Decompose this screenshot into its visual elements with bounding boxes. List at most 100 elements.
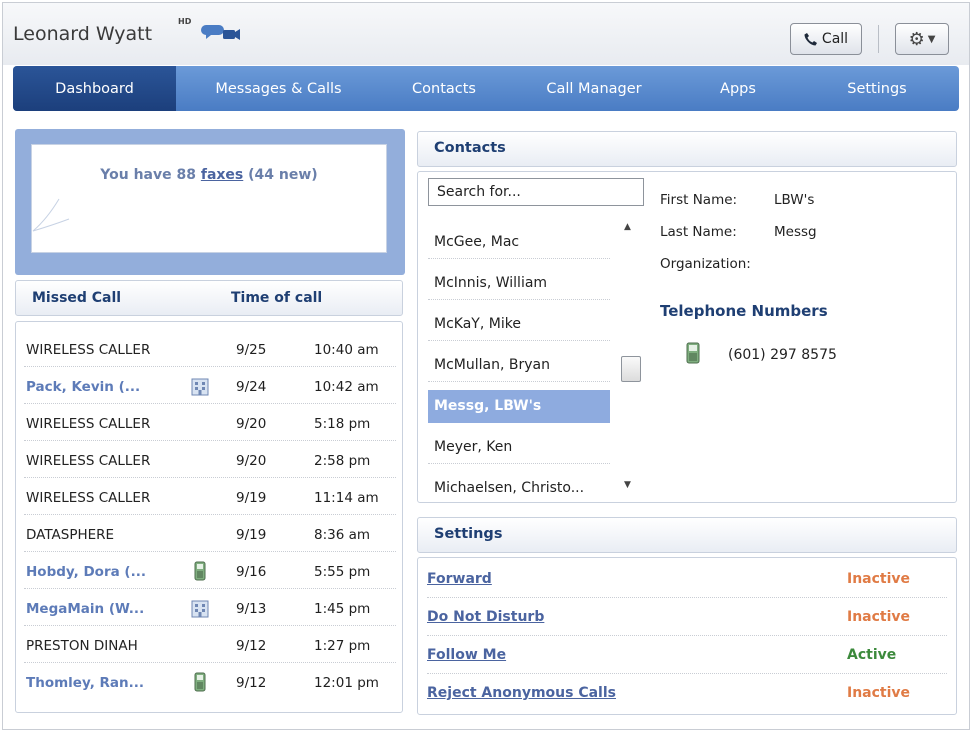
contact-list-item[interactable]: McGee, Mac xyxy=(428,226,610,259)
caller-name: WIRELESS CALLER xyxy=(26,490,151,506)
tab-settings[interactable]: Settings xyxy=(795,66,959,111)
contact-list-item[interactable]: McKaY, Mike xyxy=(428,308,610,341)
reject-anonymous-calls-link[interactable]: Reject Anonymous Calls xyxy=(427,685,616,701)
caller-name: DATASPHERE xyxy=(26,527,115,543)
call-time: 2:58 pm xyxy=(314,453,371,469)
status-badge: Active xyxy=(847,647,897,663)
settings-title: Settings xyxy=(434,526,503,542)
call-button-label: Call xyxy=(821,31,849,47)
contact-list-scrollbar[interactable]: ▲ ▼ xyxy=(620,218,642,498)
status-badge: Inactive xyxy=(847,609,911,625)
building-icon xyxy=(191,600,209,618)
organization-label: Organization: xyxy=(660,256,751,272)
call-time: 1:45 pm xyxy=(314,601,371,617)
missed-call-column-header: Missed Call xyxy=(32,290,122,306)
call-date: 9/24 xyxy=(236,379,267,395)
contact-search-input[interactable] xyxy=(428,178,644,206)
mobile-phone-icon xyxy=(686,342,700,364)
last-name-value: Messg xyxy=(774,224,817,240)
forward-link[interactable]: Forward xyxy=(427,571,492,587)
call-date: 9/12 xyxy=(236,675,267,691)
missed-call-row[interactable]: PRESTON DINAH 9/12 1:27 pm xyxy=(24,626,396,663)
missed-calls-list: WIRELESS CALLER 9/25 10:40 am Pack, Kevi… xyxy=(15,321,403,713)
settings-header: Settings xyxy=(417,517,957,553)
tab-apps[interactable]: Apps xyxy=(681,66,795,111)
missed-call-row[interactable]: Thomley, Ran... 9/12 12:01 pm xyxy=(24,663,396,700)
faxes-link[interactable]: faxes xyxy=(201,167,243,183)
call-date: 9/13 xyxy=(236,601,267,617)
caller-name: WIRELESS CALLER xyxy=(26,416,151,432)
video-chat-icon[interactable] xyxy=(201,21,241,43)
mobile-phone-icon xyxy=(194,561,206,581)
follow-me-link[interactable]: Follow Me xyxy=(427,647,506,663)
call-time: 1:27 pm xyxy=(314,638,371,654)
building-icon xyxy=(191,378,209,396)
contact-list: McGee, Mac McInnis, William McKaY, Mike … xyxy=(428,214,610,500)
call-time: 8:36 am xyxy=(314,527,371,543)
caller-name-link[interactable]: Thomley, Ran... xyxy=(26,675,144,691)
app-window: Leonard Wyatt HD Call ⚙ ▼ Dashboard Mess… xyxy=(2,2,970,730)
caller-name-link[interactable]: MegaMain (W... xyxy=(26,601,144,617)
phone-number[interactable]: (601) 297 8575 xyxy=(728,347,837,363)
missed-call-row[interactable]: WIRELESS CALLER 9/20 5:18 pm xyxy=(24,404,396,441)
call-time: 11:14 am xyxy=(314,490,379,506)
fax-message-prefix: You have 88 xyxy=(100,167,201,183)
mobile-phone-icon xyxy=(194,672,206,692)
fax-message-suffix: (44 new) xyxy=(243,167,318,183)
missed-call-row[interactable]: DATASPHERE 9/19 8:36 am xyxy=(24,515,396,552)
call-date: 9/19 xyxy=(236,527,267,543)
fax-notification-panel: You have 88 faxes (44 new) xyxy=(15,129,405,275)
scroll-down-arrow-icon[interactable]: ▼ xyxy=(624,480,631,490)
status-badge: Inactive xyxy=(847,685,911,701)
tab-call-manager[interactable]: Call Manager xyxy=(507,66,681,111)
do-not-disturb-link[interactable]: Do Not Disturb xyxy=(427,609,544,625)
settings-panel: Forward Inactive Do Not Disturb Inactive… xyxy=(417,557,957,715)
setting-row: Do Not Disturb Inactive xyxy=(427,598,947,636)
contacts-panel: McGee, Mac McInnis, William McKaY, Mike … xyxy=(417,171,957,503)
scroll-up-arrow-icon[interactable]: ▲ xyxy=(624,222,631,232)
chevron-down-icon: ▼ xyxy=(927,33,936,45)
contact-list-item[interactable]: Michaelsen, Christo... xyxy=(428,472,610,505)
status-badge: Inactive xyxy=(847,571,911,587)
first-name-label: First Name: xyxy=(660,192,738,208)
caller-name-link[interactable]: Hobdy, Dora (... xyxy=(26,564,146,580)
contact-list-item[interactable]: Meyer, Ken xyxy=(428,431,610,464)
tab-messages-calls[interactable]: Messages & Calls xyxy=(176,66,381,111)
main-nav: Dashboard Messages & Calls Contacts Call… xyxy=(13,66,959,111)
contact-list-item[interactable]: McMullan, Bryan xyxy=(428,349,610,382)
contacts-header: Contacts xyxy=(417,131,957,167)
call-date: 9/16 xyxy=(236,564,267,580)
contacts-title: Contacts xyxy=(434,140,506,156)
call-button[interactable]: Call xyxy=(790,23,862,55)
time-of-call-column-header: Time of call xyxy=(231,290,323,306)
first-name-value: LBW's xyxy=(774,192,815,208)
scrollbar-thumb[interactable] xyxy=(621,356,641,382)
call-date: 9/19 xyxy=(236,490,267,506)
caller-name: WIRELESS CALLER xyxy=(26,453,151,469)
gear-icon: ⚙ xyxy=(908,28,925,50)
settings-menu-button[interactable]: ⚙ ▼ xyxy=(895,23,949,55)
speech-bubble-tail-icon xyxy=(32,198,70,232)
call-time: 10:42 am xyxy=(314,379,379,395)
setting-row: Follow Me Active xyxy=(427,636,947,674)
setting-row: Forward Inactive xyxy=(427,560,947,598)
missed-call-row[interactable]: MegaMain (W... 9/13 1:45 pm xyxy=(24,589,396,626)
call-date: 9/20 xyxy=(236,453,267,469)
call-date: 9/25 xyxy=(236,342,267,358)
contact-list-item-selected[interactable]: Messg, LBW's xyxy=(428,390,610,423)
phone-handset-icon xyxy=(804,33,817,46)
call-time: 10:40 am xyxy=(314,342,379,358)
missed-call-row[interactable]: WIRELESS CALLER 9/25 10:40 am xyxy=(24,330,396,367)
missed-calls-header: Missed Call Time of call xyxy=(15,280,403,316)
missed-call-row[interactable]: Pack, Kevin (... 9/24 10:42 am xyxy=(24,367,396,404)
caller-name-link[interactable]: Pack, Kevin (... xyxy=(26,379,140,395)
missed-call-row[interactable]: Hobdy, Dora (... 9/16 5:55 pm xyxy=(24,552,396,589)
call-date: 9/20 xyxy=(236,416,267,432)
user-name: Leonard Wyatt xyxy=(13,23,153,45)
missed-call-row[interactable]: WIRELESS CALLER 9/20 2:58 pm xyxy=(24,441,396,478)
contact-list-item[interactable]: McInnis, William xyxy=(428,267,610,300)
header-bar: Leonard Wyatt HD Call ⚙ ▼ xyxy=(3,3,969,65)
tab-contacts[interactable]: Contacts xyxy=(381,66,507,111)
missed-call-row[interactable]: WIRELESS CALLER 9/19 11:14 am xyxy=(24,478,396,515)
tab-dashboard[interactable]: Dashboard xyxy=(13,66,176,111)
